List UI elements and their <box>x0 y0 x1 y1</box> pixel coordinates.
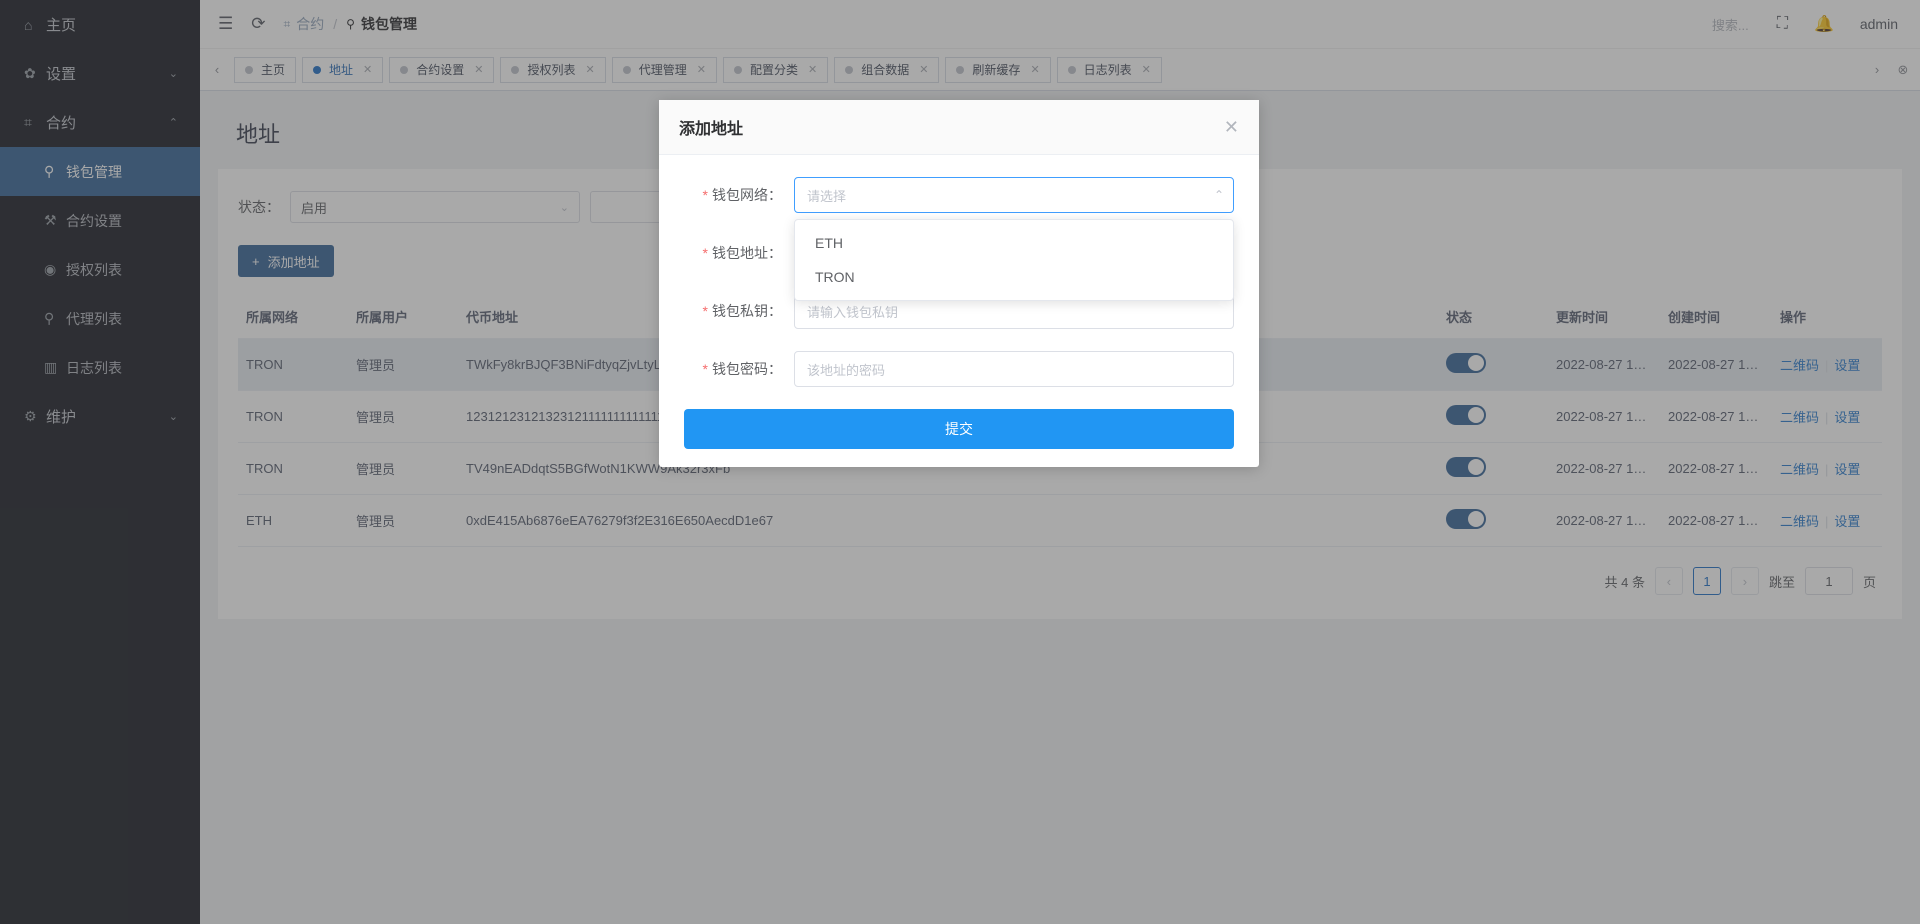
dialog-body: *钱包网络：请选择⌃ETHTRON*钱包地址：*钱包私钥：请输入钱包私钥*钱包密… <box>659 155 1259 467</box>
required-asterisk: * <box>703 187 708 203</box>
form-row-0: *钱包网络：请选择⌃ETHTRON <box>684 177 1234 213</box>
dropdown-option-eth[interactable]: ETH <box>795 226 1233 260</box>
dropdown-option-tron[interactable]: TRON <box>795 260 1233 294</box>
field-label-text: 钱包密码： <box>712 361 782 377</box>
required-asterisk: * <box>703 245 708 261</box>
field-label-text: 钱包地址： <box>712 245 782 261</box>
field-input-0[interactable]: 请选择 <box>794 177 1234 213</box>
dialog-header: 添加地址 ✕ <box>659 100 1259 155</box>
submit-button[interactable]: 提交 <box>684 409 1234 449</box>
field-label-2: *钱包私钥： <box>684 301 794 321</box>
close-icon[interactable]: ✕ <box>1224 118 1239 136</box>
field-label-text: 钱包私钥： <box>712 303 782 319</box>
field-control-3: 该地址的密码 <box>794 351 1234 387</box>
form-row-3: *钱包密码：该地址的密码 <box>684 351 1234 387</box>
field-label-text: 钱包网络： <box>712 187 782 203</box>
field-control-0: 请选择⌃ETHTRON <box>794 177 1234 213</box>
field-label-3: *钱包密码： <box>684 359 794 379</box>
network-dropdown: ETHTRON <box>794 219 1234 301</box>
field-input-3[interactable]: 该地址的密码 <box>794 351 1234 387</box>
add-address-dialog: 添加地址 ✕ *钱包网络：请选择⌃ETHTRON*钱包地址：*钱包私钥：请输入钱… <box>659 100 1259 467</box>
required-asterisk: * <box>703 303 708 319</box>
dialog-title: 添加地址 <box>679 115 1224 139</box>
field-label-0: *钱包网络： <box>684 185 794 205</box>
chevron-up-icon: ⌃ <box>1214 188 1224 202</box>
app-root: ⌂主页✿设置⌄⌗合约⌃⚲钱包管理⚒合约设置◉授权列表⚲代理列表▥日志列表⚙维护⌄… <box>0 0 1920 924</box>
field-label-1: *钱包地址： <box>684 243 794 263</box>
required-asterisk: * <box>703 361 708 377</box>
